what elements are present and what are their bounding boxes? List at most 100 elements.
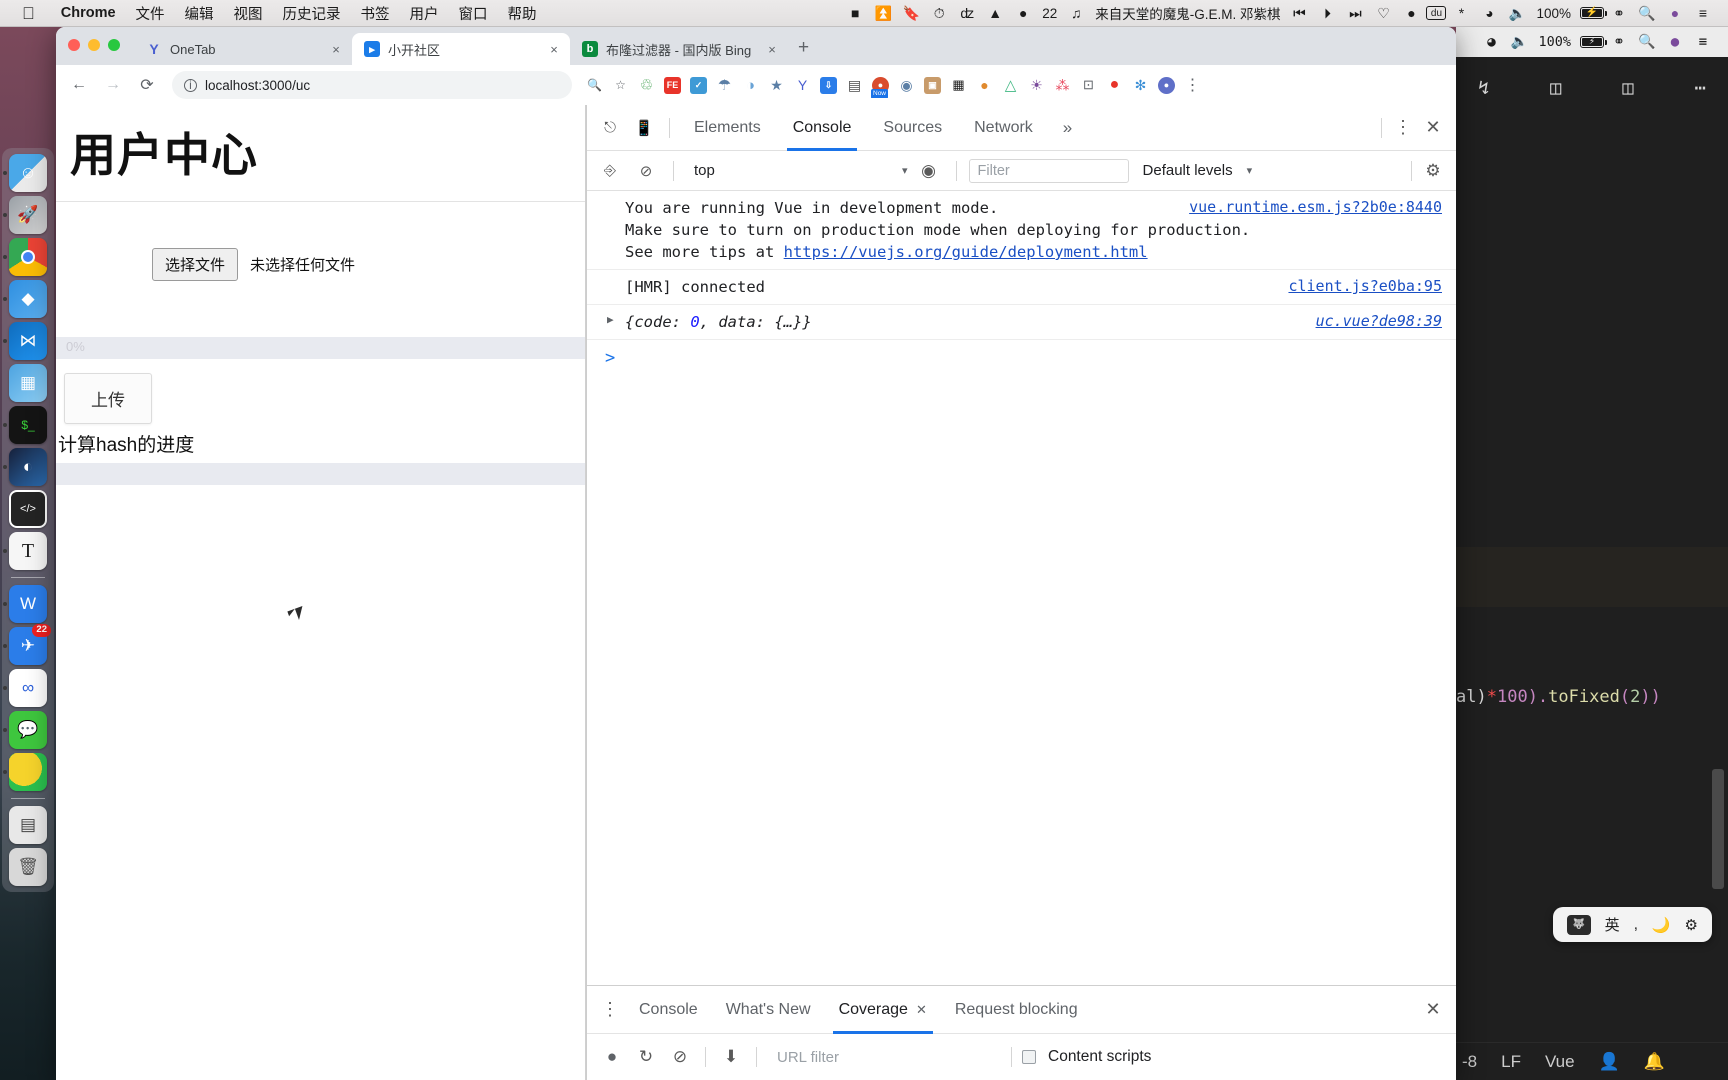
console-message-vue-dev-warning[interactable]: vue.runtime.esm.js?2b0e:8440 You are run… [587, 191, 1456, 270]
apple-menu-icon[interactable]:  [22, 5, 35, 22]
upload-button[interactable]: 上传 [64, 373, 152, 424]
color-picker-extension-icon[interactable]: ☀ [1024, 73, 1049, 98]
feedback-icon[interactable]: 👤 [1599, 1052, 1620, 1072]
minimize-window-button[interactable] [88, 39, 100, 51]
search-icon[interactable]: 🔍 [1634, 3, 1660, 23]
chevron-down-icon[interactable]: ▾ [902, 164, 908, 177]
export-icon[interactable]: ⬇ [716, 1042, 746, 1072]
console-prompt[interactable]: > [587, 340, 1456, 368]
dock-item-keynote[interactable]: ▦ [9, 364, 47, 402]
devtools-close-icon[interactable]: ✕ [1418, 113, 1448, 143]
console-filter-input[interactable]: Filter [968, 158, 1129, 183]
siri-icon[interactable]: ● [1662, 3, 1688, 23]
reader-extension-icon[interactable]: ▤ [842, 73, 867, 98]
vscode-scrollbar[interactable] [1712, 769, 1724, 889]
screenshot-extension-icon[interactable]: ⊡ [1076, 73, 1101, 98]
volume-icon-2[interactable]: 🔈 [1506, 32, 1532, 52]
console-sidebar-icon[interactable]: ⎆ [595, 156, 625, 186]
flash-icon[interactable]: ʣ [954, 3, 980, 23]
wifi-icon-2[interactable]: ◕ [1478, 32, 1504, 52]
notify-icon[interactable]: ● [1010, 3, 1036, 23]
clock-icon[interactable]: ⏱ [926, 3, 952, 23]
split-editor-icon[interactable]: ◫ [1622, 77, 1633, 99]
drawer-menu-icon[interactable]: ⋮ [595, 995, 625, 1025]
music-cloud-icon[interactable]: ♫ [1063, 3, 1089, 23]
dock-item-launchpad[interactable]: 🚀 [3, 196, 47, 234]
bluetooth-icon[interactable]: * [1448, 3, 1474, 23]
content-scripts-checkbox[interactable] [1022, 1050, 1036, 1064]
browser-tab-onetab[interactable]: Y OneTab × [134, 33, 352, 65]
new-tab-button[interactable]: + [798, 37, 809, 59]
adblock-extension-icon[interactable]: ★ [764, 73, 789, 98]
triangle-icon[interactable]: ▲ [982, 3, 1008, 23]
record-icon[interactable]: ● [597, 1042, 627, 1072]
close-window-button[interactable] [68, 39, 80, 51]
dock-item-wps-office[interactable]: W [3, 585, 47, 623]
fastscripts-icon-2[interactable]: ⚭ [1606, 32, 1632, 52]
settings-gear-icon[interactable]: ⚙ [1418, 156, 1448, 186]
control-center-icon-2[interactable]: ≡ [1690, 32, 1716, 52]
console-source-link[interactable]: vue.runtime.esm.js?2b0e:8440 [1189, 197, 1442, 218]
ime-punctuation[interactable]: , [1634, 916, 1638, 933]
binary-file-icon[interactable]: ◫ [1550, 77, 1561, 99]
stop-icon[interactable]: ■ [842, 3, 868, 23]
flame-icon[interactable]: ● [1398, 3, 1424, 23]
choose-file-button[interactable]: 选择文件 [152, 248, 239, 281]
back-button[interactable]: ← [64, 70, 94, 100]
tab-sources[interactable]: Sources [869, 105, 956, 151]
statusbar-eol[interactable]: LF [1501, 1052, 1521, 1072]
play-icon[interactable]: ⏵ [1314, 3, 1340, 23]
expand-arrow-icon[interactable]: ▶ [607, 312, 614, 328]
volume-icon[interactable]: 🔈 [1504, 3, 1530, 23]
battery-icon-2[interactable]: ⚡ [1580, 36, 1608, 48]
url-filter-input[interactable]: URL filter [767, 1049, 917, 1066]
menu-item-edit[interactable]: 编辑 [175, 3, 224, 24]
vue-devtools-extension-icon[interactable]: △ [998, 73, 1023, 98]
dock-item-baidu-netdisk[interactable]: ∞ [3, 669, 47, 707]
now-extension-icon[interactable]: ● Now [868, 73, 893, 98]
dock-item-finder[interactable]: ☺ [3, 154, 47, 192]
console-source-link-2[interactable]: client.js?e0ba:95 [1288, 276, 1442, 297]
dock-item-quicktime[interactable]: ◐ [3, 448, 47, 486]
battery-icon[interactable]: ⚡ [1580, 7, 1608, 19]
dock-item-visual-studio-code[interactable]: ⋈ [3, 322, 47, 360]
bookmark-star-icon[interactable]: ☆ [608, 73, 633, 98]
device-toolbar-icon[interactable]: 📱 [629, 113, 659, 143]
devtools-settings-menu-icon[interactable]: ⋮ [1388, 113, 1418, 143]
fastscripts-icon[interactable]: ⚭ [1606, 3, 1632, 23]
statusbar-language[interactable]: Vue [1545, 1052, 1575, 1072]
maximize-window-button[interactable] [108, 39, 120, 51]
recycle-extension-icon[interactable]: ♲ [634, 73, 659, 98]
prev-track-icon[interactable]: ⏮ [1286, 3, 1312, 23]
more-actions-icon[interactable]: ⋯ [1695, 77, 1706, 99]
console-source-link-3[interactable]: uc.vue?de98:39 [1316, 311, 1442, 332]
fox-extension-icon[interactable]: ● [972, 73, 997, 98]
tab-elements[interactable]: Elements [680, 105, 775, 151]
execution-context-selector[interactable]: top [686, 162, 896, 179]
tab-close-icon[interactable]: × [328, 42, 344, 57]
menu-item-file[interactable]: 文件 [126, 3, 175, 24]
chevron-down-icon-2[interactable]: ▾ [1247, 164, 1253, 177]
site-info-icon[interactable]: i [184, 78, 197, 92]
moon-icon[interactable]: 🌙 [1652, 916, 1671, 934]
dock-item-sketch[interactable]: ◆ [3, 280, 47, 318]
baidu-icon[interactable]: du [1426, 6, 1447, 20]
sitemap-extension-icon[interactable]: ⁂ [1050, 73, 1075, 98]
puzzle-extension-icon[interactable]: ✻ [1128, 73, 1153, 98]
fe-helper-extension-icon[interactable]: FE [660, 73, 685, 98]
zoom-icon[interactable]: 🔍 [582, 73, 607, 98]
clipboard-extension-icon[interactable]: ▣ [920, 73, 945, 98]
tab-close-icon[interactable]: × [546, 42, 562, 57]
gear-icon[interactable]: ⚙ [1685, 916, 1698, 934]
dock-item-terminal[interactable]: $_ [3, 406, 47, 444]
dock-item-sogou-input[interactable] [3, 753, 47, 791]
menu-item-chrome[interactable]: Chrome [51, 5, 126, 21]
drawer-tab-console[interactable]: Console [625, 986, 712, 1034]
dock-item-typora[interactable]: T [3, 532, 47, 570]
console-message-object[interactable]: ▶ uc.vue?de98:39 {code: 0, data: {…}} [587, 305, 1456, 340]
bookmark-icon[interactable]: 🔖 [898, 3, 924, 23]
forward-button[interactable]: → [98, 70, 128, 100]
baidu-ime-icon[interactable]: 🐺 [1566, 914, 1591, 935]
live-expression-icon[interactable]: ◉ [914, 156, 944, 186]
source-control-icon[interactable]: ↯ [1478, 77, 1489, 99]
